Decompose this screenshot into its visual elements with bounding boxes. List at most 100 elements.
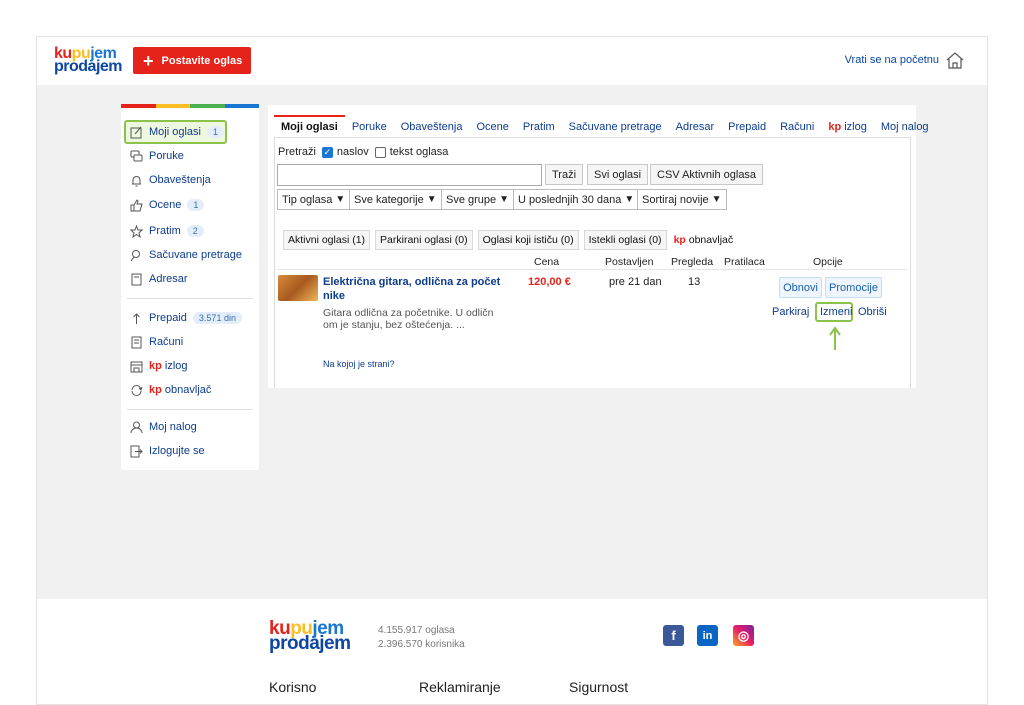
sidebar-item-pratim[interactable]: Pratim 2 bbox=[129, 221, 204, 241]
site-logo[interactable]: kupujem prodajem bbox=[54, 46, 123, 75]
tab-label: izlog bbox=[844, 121, 867, 133]
sidebar-item-izlogujte-se[interactable]: Izlogujte se bbox=[129, 441, 205, 461]
facebook-icon[interactable]: f bbox=[663, 625, 684, 646]
tab-prepaid[interactable]: Prepaid bbox=[721, 115, 773, 137]
sidebar-item-label: Obaveštenja bbox=[149, 174, 211, 186]
ad-price: 120,00 € bbox=[528, 276, 571, 288]
refresh-icon bbox=[129, 383, 143, 397]
subtab-istekli[interactable]: Istekli oglasi (0) bbox=[583, 230, 667, 250]
post-ad-label: Postavite oglas bbox=[161, 54, 243, 67]
sidebar-item-adresar[interactable]: Adresar bbox=[129, 269, 188, 289]
search-label: Pretraži bbox=[278, 146, 316, 158]
sidebar-item-kp-obnavljac[interactable]: kp obnavljač bbox=[129, 380, 211, 400]
sidebar-item-sacuvane-pretrage[interactable]: Sačuvane pretrage bbox=[129, 245, 242, 265]
main-panel: Moji oglasi Poruke Obaveštenja Ocene Pra… bbox=[268, 105, 929, 388]
footer-logo[interactable]: kupujem prodajem bbox=[269, 619, 351, 654]
rainbow-red bbox=[121, 104, 156, 108]
ad-title-link[interactable]: Električna gitara, odlična za počet nike bbox=[323, 275, 508, 303]
bell-icon bbox=[129, 173, 143, 187]
back-home-link[interactable]: Vrati se na početnu bbox=[845, 51, 965, 69]
tab-sacuvane-pretrage[interactable]: Sačuvane pretrage bbox=[562, 115, 669, 137]
post-ad-button[interactable]: + Postavite oglas bbox=[133, 47, 251, 74]
sort-select[interactable]: Sortiraj novije ▼ bbox=[637, 189, 727, 210]
ad-type-select[interactable]: Tip oglasa ▼ bbox=[277, 189, 351, 210]
ad-description: Gitara odlična za početnike. U odličn om… bbox=[323, 307, 508, 331]
ad-desc-line-2: om je stanju, bez oštećenja. ... bbox=[323, 319, 465, 331]
col-postavljen: Postavljen bbox=[605, 256, 654, 268]
promotions-button[interactable]: Promocije bbox=[825, 277, 882, 298]
select-label: U poslednjih 30 dana bbox=[518, 193, 622, 206]
delete-link[interactable]: Obriši bbox=[858, 306, 887, 318]
footer: kupujem prodajem 4.155.917 oglasa 2.396.… bbox=[37, 599, 987, 704]
col-opcije: Opcije bbox=[813, 256, 843, 268]
sidebar-item-prepaid[interactable]: Prepaid 3.571 din bbox=[129, 308, 242, 328]
sidebar-item-label: Pratim bbox=[149, 225, 181, 237]
tab-ocene[interactable]: Ocene bbox=[469, 115, 515, 137]
sidebar-item-label: Adresar bbox=[149, 273, 188, 285]
sidebar-item-label: Prepaid bbox=[149, 312, 187, 324]
which-page-link[interactable]: Na kojoj je strani? bbox=[323, 359, 395, 369]
storefront-icon bbox=[129, 359, 143, 373]
tab-moji-oglasi[interactable]: Moji oglasi bbox=[274, 115, 345, 137]
linkedin-icon[interactable]: in bbox=[697, 625, 718, 646]
kp-mark: kp bbox=[673, 234, 686, 246]
footer-col-reklamiranje[interactable]: Reklamiranje bbox=[419, 679, 501, 695]
date-range-select[interactable]: U poslednjih 30 dana ▼ bbox=[513, 189, 640, 210]
ad-posted: pre 21 dan bbox=[609, 276, 662, 288]
sidebar-item-obavestenja[interactable]: Obaveštenja bbox=[129, 170, 211, 190]
logo-line-2: prodajem bbox=[269, 633, 351, 654]
text-checkbox-label: tekst oglasa bbox=[389, 146, 449, 158]
tab-kp-izlog[interactable]: kp izlog bbox=[821, 115, 874, 137]
footer-col-korisno[interactable]: Korisno bbox=[269, 679, 316, 695]
renew-button[interactable]: Obnovi bbox=[779, 277, 822, 298]
kp-mark: kp bbox=[828, 121, 842, 133]
title-checkbox[interactable]: ✓ bbox=[321, 146, 333, 158]
tab-poruke[interactable]: Poruke bbox=[345, 115, 394, 137]
ad-thumbnail-guitar[interactable] bbox=[278, 275, 318, 301]
tab-moj-nalog[interactable]: Moj nalog bbox=[874, 115, 936, 137]
subtab-isticu[interactable]: Oglasi koji ističu (0) bbox=[477, 230, 579, 250]
ad-views: 13 bbox=[688, 276, 701, 288]
sidebar-item-moj-nalog[interactable]: Moj nalog bbox=[129, 417, 197, 437]
ads-count: 4.155.917 oglasa bbox=[378, 625, 455, 636]
all-ads-button[interactable]: Svi oglasi bbox=[587, 164, 649, 185]
subtab-kp-obnavljac[interactable]: kp obnavljač bbox=[672, 230, 736, 250]
sidebar-item-moji-oglasi[interactable]: Moji oglasi 1 bbox=[129, 122, 224, 142]
ad-status-tabs: Aktivni oglasi (1) Parkirani oglasi (0) … bbox=[283, 230, 740, 250]
subtab-aktivni[interactable]: Aktivni oglasi (1) bbox=[283, 230, 371, 250]
subtab-parkirani[interactable]: Parkirani oglasi (0) bbox=[375, 230, 473, 250]
sidebar-item-racuni[interactable]: Računi bbox=[129, 332, 183, 352]
csv-export-button[interactable]: CSV Aktivnih oglasa bbox=[650, 164, 764, 185]
title-checkbox-label: naslov bbox=[336, 146, 369, 158]
group-select[interactable]: Sve grupe ▼ bbox=[441, 189, 515, 210]
rainbow-yellow bbox=[155, 104, 190, 108]
thumbs-up-icon bbox=[129, 198, 143, 212]
plus-icon: + bbox=[143, 50, 154, 71]
tab-pratim[interactable]: Pratim bbox=[516, 115, 562, 137]
text-checkbox[interactable] bbox=[374, 146, 386, 158]
category-select[interactable]: Sve kategorije ▼ bbox=[349, 189, 442, 210]
instagram-icon[interactable]: ◎ bbox=[733, 625, 754, 646]
sidebar-divider bbox=[127, 298, 253, 299]
edit-link[interactable]: Izmeni bbox=[820, 306, 852, 318]
edit-icon bbox=[129, 125, 143, 139]
park-link[interactable]: Parkiraj bbox=[772, 306, 809, 318]
search-button[interactable]: Traži bbox=[545, 164, 584, 185]
col-pregleda: Pregleda bbox=[671, 256, 714, 268]
sidebar-item-poruke[interactable]: Poruke bbox=[129, 146, 184, 166]
tab-adresar[interactable]: Adresar bbox=[669, 115, 722, 137]
footer-col-sigurnost[interactable]: Sigurnost bbox=[569, 679, 628, 695]
sidebar-item-label: obnavljač bbox=[164, 384, 212, 396]
tab-obavestenja[interactable]: Obaveštenja bbox=[394, 115, 470, 137]
sidebar-divider bbox=[127, 409, 253, 410]
sidebar-item-ocene[interactable]: Ocene 1 bbox=[129, 195, 205, 215]
search-options: Pretraži ✓ naslov tekst oglasa bbox=[278, 146, 448, 158]
col-pratilaca: Pratilaca bbox=[724, 256, 765, 268]
col-cena: Cena bbox=[534, 256, 560, 268]
select-label: Sve grupe bbox=[446, 193, 497, 206]
sidebar-item-label: Računi bbox=[149, 336, 184, 348]
select-label: Tip oglasa bbox=[282, 193, 333, 206]
search-input[interactable] bbox=[277, 164, 542, 186]
tab-racuni[interactable]: Računi bbox=[773, 115, 821, 137]
sidebar-item-kp-izlog[interactable]: kp izlog bbox=[129, 356, 188, 376]
